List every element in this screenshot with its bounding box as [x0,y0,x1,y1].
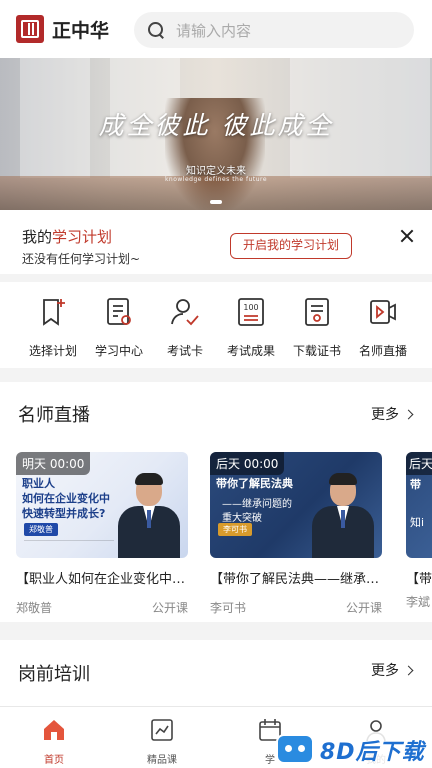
user-check-icon [171,299,199,326]
live-card-title: 【职业人如何在企业变化中… [16,572,186,587]
video-play-icon [370,300,396,324]
quick-nav-grid: 选择计划 学习中心 考试卡 100 考试成果 下载证书 名师直播 [0,282,432,368]
live-card[interactable]: 后天 00:00 带你了解民法典 ——继承问题的 重大突破 李可书 【带你了解民法… [210,452,382,616]
live-section-title: 名师直播 [18,405,90,426]
chevron-right-icon [403,665,414,676]
home-icon [44,720,64,740]
chart-icon [151,719,173,741]
tab-home[interactable]: 首页 [14,717,94,766]
bookmark-plus-icon [43,299,65,326]
tab-courses[interactable]: 精品课 [122,717,202,766]
quick-nav-exam-results[interactable]: 100 考试成果 [218,296,284,359]
speaker-portrait [116,468,182,558]
svg-text:100: 100 [243,303,258,312]
live-time-badge: 后天 00:00 [210,452,285,475]
live-time-badge: 明天 00:00 [16,452,91,475]
score-100-icon: 100 [238,298,264,326]
live-card-thumbnail: 明天 00:00 职业人 如何在企业变化中 快速转型并成长? 郑敬普 [16,452,188,558]
thumb-headline: 职业人 如何在企业变化中 快速转型并成长? [22,477,110,520]
speaker-tag: 郑敬普 [24,523,58,536]
live-card-thumbnail: 后天 00:00 带你了解民法典 ——继承问题的 重大突破 李可书 [210,452,382,558]
training-section-title: 岗前培训 [18,664,90,685]
thumb-headline: 带你了解民法典 [216,477,293,490]
search-icon [148,22,164,38]
live-card[interactable]: 明天 00:00 职业人 如何在企业变化中 快速转型并成长? 郑敬普 【职业人如何在… [16,452,188,616]
live-more-link[interactable]: 更多 [371,404,414,424]
live-card-title: 【带你了解民法典——继承… [210,572,380,587]
study-plan-desc: 还没有任何学习计划~ [22,252,141,266]
hero-banner[interactable]: 成全彼此 彼此成全 知识定义未来 knowledge defines the f… [0,58,432,210]
quick-nav-download-cert[interactable]: 下载证书 [284,296,350,359]
quick-nav-select-plan[interactable]: 选择计划 [20,296,86,359]
quick-nav-live[interactable]: 名师直播 [350,296,416,359]
watermark: 8D后下载 [272,728,432,768]
training-section: 岗前培训 更多 [0,640,432,706]
chevron-right-icon [403,409,414,420]
app-header: 正中华 请输入内容 [0,0,432,58]
training-more-link[interactable]: 更多 [371,660,414,680]
search-bar[interactable]: 请输入内容 [134,12,414,48]
study-plan-card: 我的学习计划 还没有任何学习计划~ 开启我的学习计划 [0,210,432,274]
live-card-meta: 李可书 公开课 [210,601,382,615]
close-icon[interactable] [398,228,416,246]
live-card-partial-meta: 李斌 [406,595,431,609]
live-card-meta: 郑敬普 公开课 [16,601,188,615]
mascot-icon [276,734,314,764]
brand-name: 正中华 [52,19,110,42]
speaker-portrait [310,468,376,558]
quick-nav-exam-card[interactable]: 考试卡 [152,296,218,359]
carousel-indicator[interactable] [210,200,222,204]
study-plan-title: 我的学习计划 [22,228,113,246]
live-card-partial[interactable]: 后天 带 知i [406,452,432,558]
thumb-subheadline: ——继承问题的 重大突破 [222,499,292,524]
banner-subtitle-en: knowledge defines the future [164,176,268,183]
quick-nav-study-center[interactable]: 学习中心 [86,296,152,359]
speaker-tag: 李可书 [218,523,252,536]
start-study-plan-button[interactable]: 开启我的学习计划 [230,233,352,259]
document-clock-icon [107,298,131,325]
live-card-partial-title: 【带 [406,572,432,587]
banner-slogan: 成全彼此 彼此成全 [98,111,334,140]
app-logo [16,15,44,43]
search-placeholder: 请输入内容 [176,21,252,40]
certificate-icon [305,298,329,326]
banner-subtitle: 知识定义未来 [186,166,246,177]
